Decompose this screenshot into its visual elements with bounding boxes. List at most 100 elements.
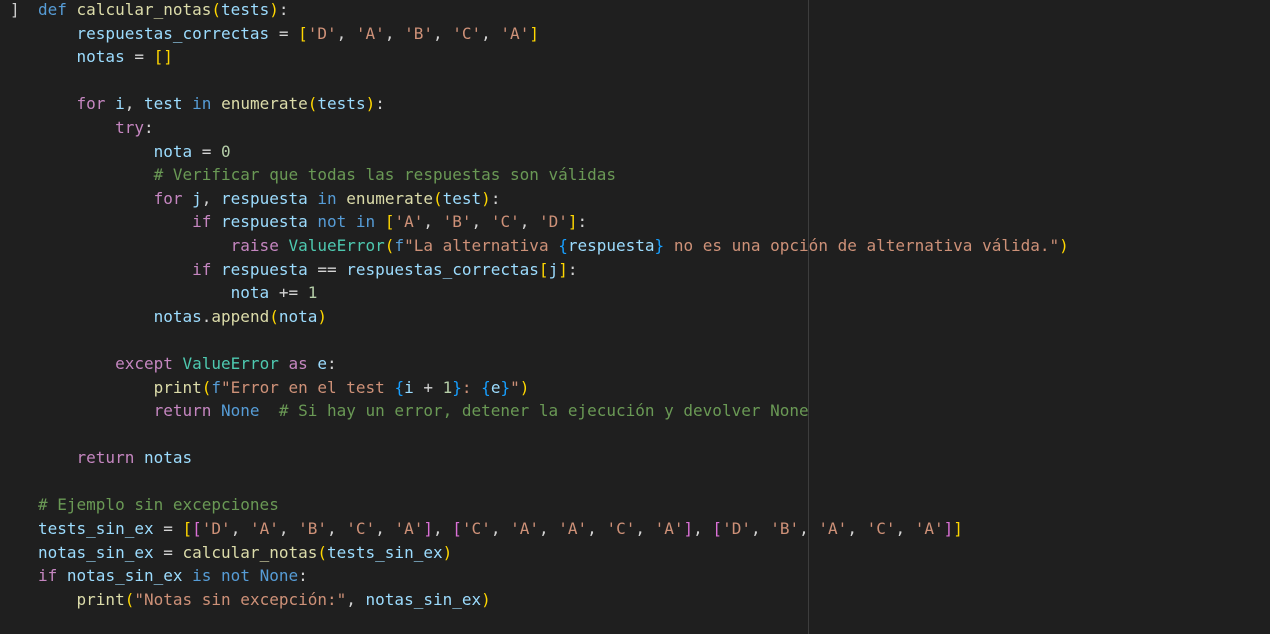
- code-token: :: [327, 353, 337, 373]
- code-token: ,: [384, 23, 405, 43]
- code-token: (: [211, 0, 222, 19]
- code-token: ,: [895, 519, 915, 539]
- code-token: =: [192, 141, 222, 161]
- code-line[interactable]: [38, 423, 1069, 447]
- code-token: j: [548, 259, 559, 279]
- code-line[interactable]: if respuesta not in ['A', 'B', 'C', 'D']…: [38, 210, 1069, 234]
- code-line[interactable]: tests_sin_ex = [['D', 'A', 'B', 'C', 'A'…: [38, 517, 1069, 541]
- code-line[interactable]: notas.append(nota): [38, 305, 1069, 329]
- code-token: (: [317, 542, 327, 562]
- code-line[interactable]: except ValueError as e:: [38, 352, 1069, 376]
- code-line[interactable]: [38, 69, 1069, 93]
- code-token: nota: [153, 141, 193, 161]
- code-token: notas_sin_ex: [365, 589, 482, 609]
- code-token: enumerate: [346, 188, 433, 208]
- code-token: 0: [221, 141, 231, 161]
- code-line[interactable]: notas_sin_ex = calcular_notas(tests_sin_…: [38, 541, 1069, 565]
- code-token: 'B': [298, 519, 328, 539]
- code-token: calcular_notas: [76, 0, 212, 19]
- code-token: print: [153, 377, 202, 397]
- code-token: [: [192, 519, 202, 539]
- code-line[interactable]: raise ValueError(f"La alternativa {respu…: [38, 234, 1069, 258]
- code-token: (: [307, 94, 318, 114]
- code-token: 'B': [770, 519, 800, 539]
- code-editor[interactable]: ] def calcular_notas(tests): respuestas_…: [0, 0, 1270, 634]
- code-token: [: [452, 519, 462, 539]
- code-line[interactable]: nota += 1: [38, 281, 1069, 305]
- code-line[interactable]: print(f"Error en el test {i + 1}: {e}"): [38, 376, 1069, 400]
- code-token: ,: [423, 212, 443, 232]
- code-token: 'D': [722, 519, 751, 539]
- code-line[interactable]: return None # Si hay un error, detener l…: [38, 399, 1069, 423]
- code-token: +: [413, 377, 443, 397]
- code-token: not: [221, 566, 250, 586]
- code-token: 'A': [558, 519, 588, 539]
- code-token: tests_sin_ex: [327, 542, 443, 562]
- code-token: 'B': [442, 212, 472, 232]
- code-token: +=: [269, 283, 308, 303]
- code-token: calcular_notas: [182, 542, 318, 562]
- code-line[interactable]: for j, respuesta in enumerate(test):: [38, 187, 1069, 211]
- code-token: [: [538, 259, 549, 279]
- code-token: }: [452, 377, 462, 397]
- code-token: ,: [124, 94, 144, 114]
- code-token: ,: [433, 519, 453, 539]
- code-token: {: [394, 377, 405, 397]
- code-token: ,: [539, 519, 559, 539]
- code-token: in: [317, 188, 337, 208]
- code-line[interactable]: nota = 0: [38, 140, 1069, 164]
- code-line[interactable]: for i, test in enumerate(tests):: [38, 92, 1069, 116]
- code-line[interactable]: return notas: [38, 446, 1069, 470]
- code-line[interactable]: # Verificar que todas las respuestas son…: [38, 163, 1069, 187]
- code-token: j: [192, 188, 202, 208]
- code-token: :: [577, 212, 588, 232]
- code-token: "Error en el test: [221, 377, 395, 397]
- code-token: []: [153, 47, 173, 67]
- code-token: notas: [153, 306, 202, 326]
- code-token: ): [317, 306, 328, 326]
- code-token: nota: [230, 283, 270, 303]
- code-token: notas: [143, 448, 193, 468]
- code-token: ,: [847, 519, 867, 539]
- fold-marker[interactable]: ]: [10, 0, 30, 22]
- code-area[interactable]: def calcular_notas(tests): respuestas_co…: [38, 0, 1069, 611]
- code-line[interactable]: respuestas_correctas = ['D', 'A', 'B', '…: [38, 22, 1069, 46]
- code-line[interactable]: try:: [38, 116, 1069, 140]
- code-token: no es una opción de alternativa válida.": [664, 235, 1060, 255]
- code-token: respuesta: [221, 188, 308, 208]
- code-token: {: [558, 235, 568, 255]
- code-line[interactable]: [38, 328, 1069, 352]
- code-token: 'D': [201, 519, 231, 539]
- code-line[interactable]: [38, 470, 1069, 494]
- code-token: notas: [76, 47, 125, 67]
- code-line[interactable]: notas = []: [38, 45, 1069, 69]
- vertical-ruler: [808, 0, 809, 634]
- code-line[interactable]: # Ejemplo sin excepciones: [38, 493, 1069, 517]
- code-token: def: [38, 0, 67, 19]
- code-line[interactable]: print("Notas sin excepción:", notas_sin_…: [38, 588, 1069, 612]
- code-token: ValueError: [288, 235, 385, 255]
- code-token: ]: [567, 212, 578, 232]
- code-token: 1: [442, 377, 453, 397]
- code-line[interactable]: if respuesta == respuestas_correctas[j]:: [38, 258, 1069, 282]
- code-token: print: [76, 589, 125, 609]
- code-token: 'A': [394, 212, 424, 232]
- code-line[interactable]: def calcular_notas(tests):: [38, 0, 1069, 22]
- code-token: :: [298, 566, 308, 586]
- code-token: not: [317, 212, 347, 232]
- code-token: None: [259, 566, 299, 586]
- code-line[interactable]: if notas_sin_ex is not None:: [38, 564, 1069, 588]
- code-token: ValueError: [182, 353, 279, 373]
